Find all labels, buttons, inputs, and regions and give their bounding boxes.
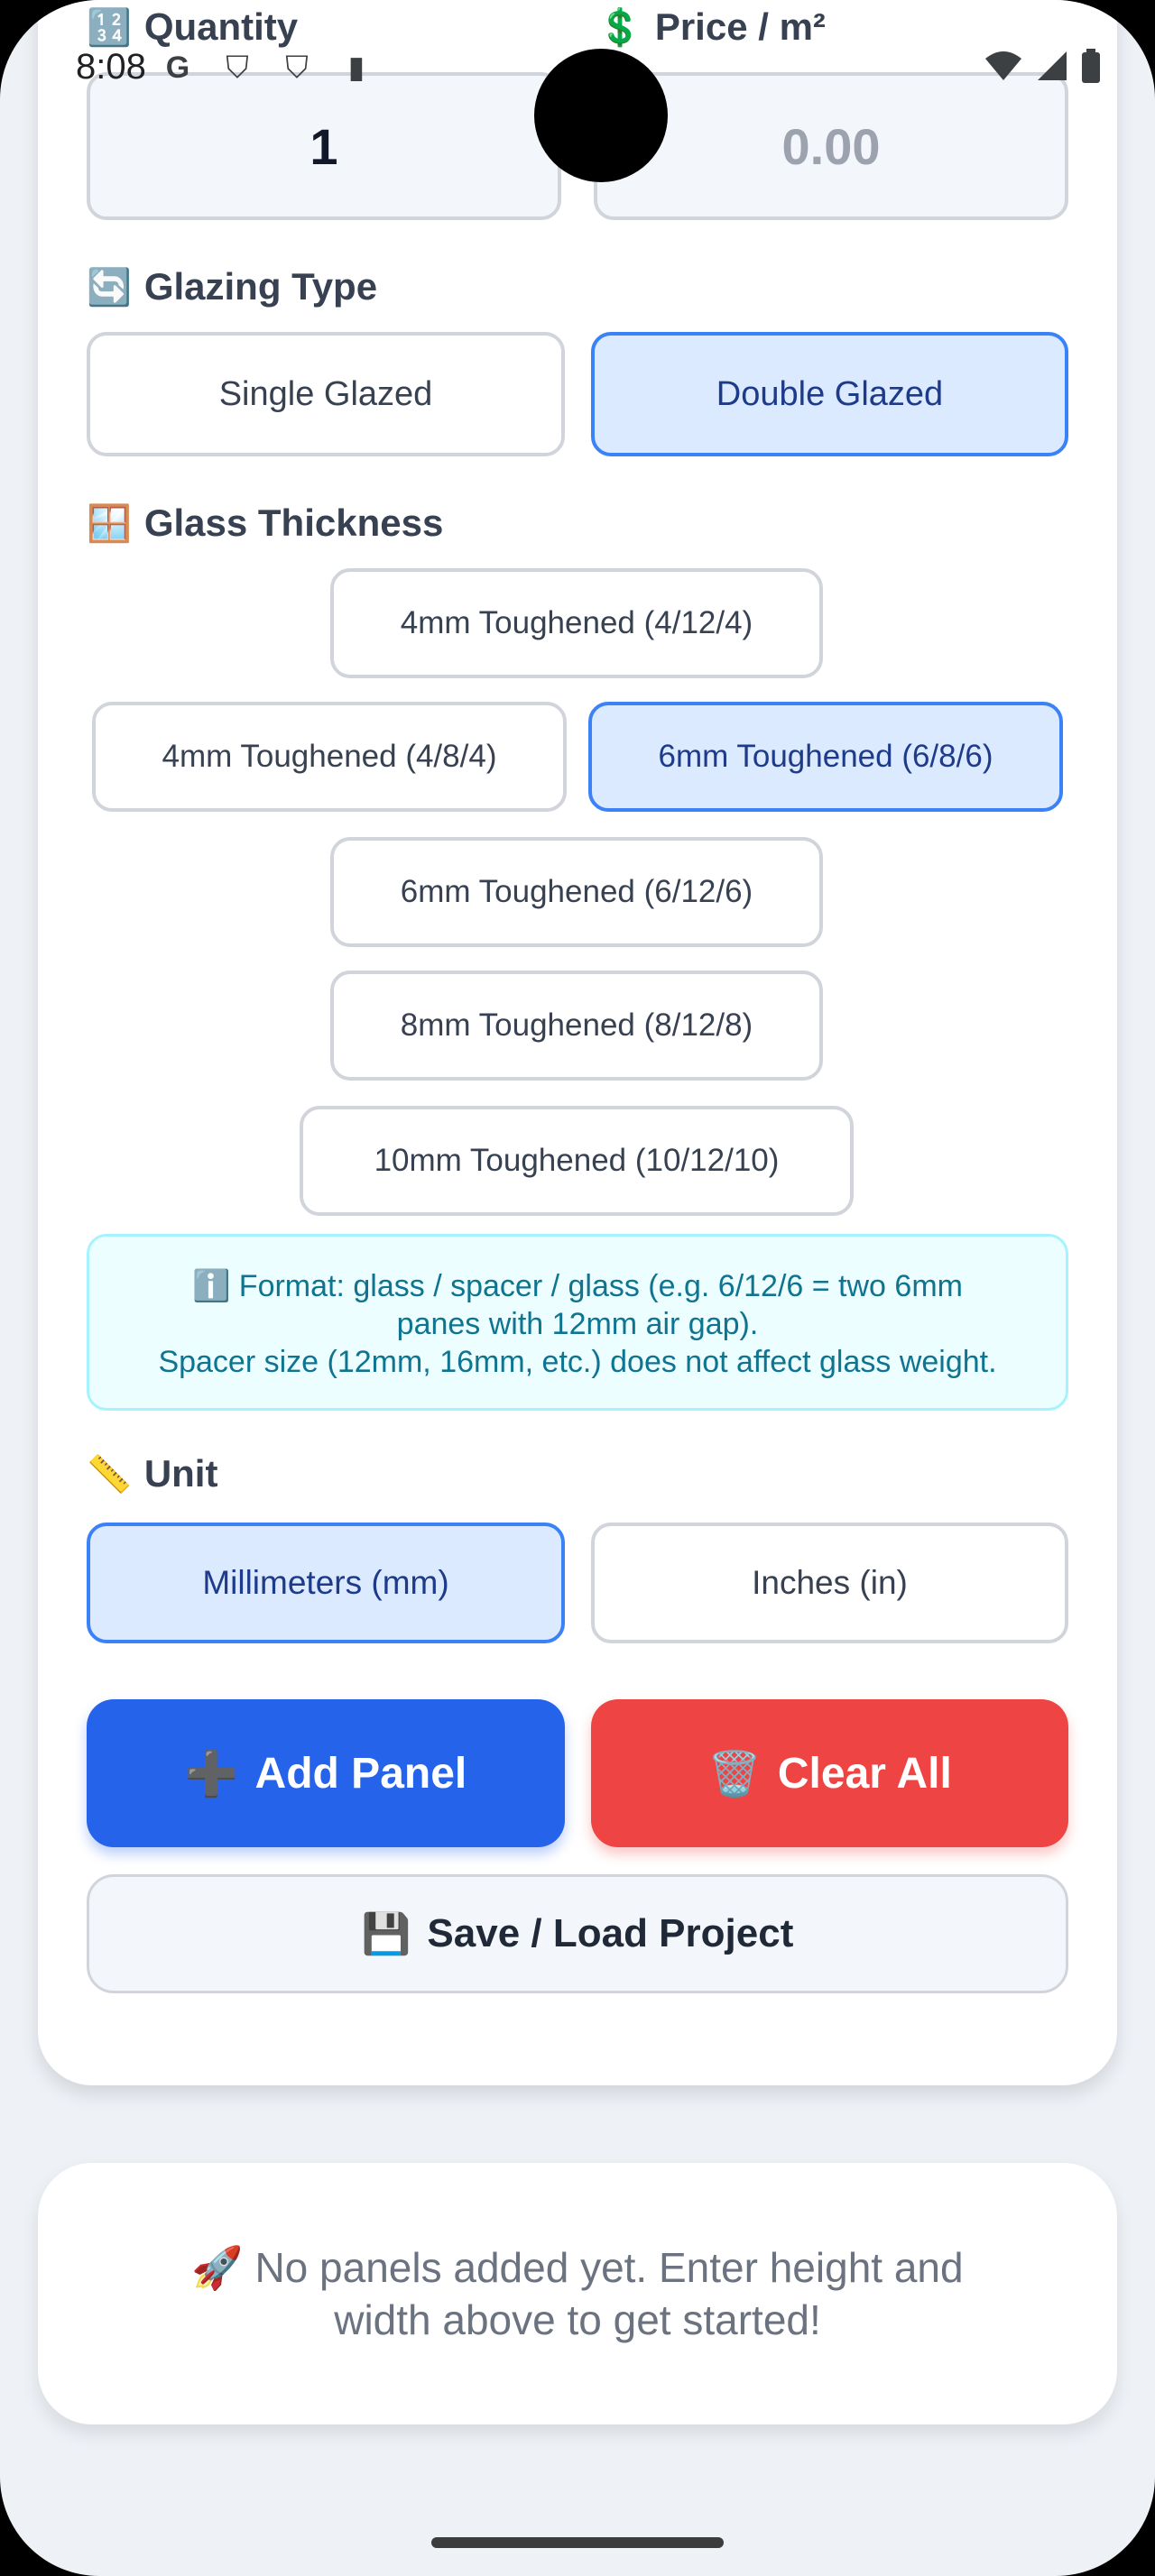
battery-icon [1082,49,1100,83]
home-indicator[interactable] [431,2537,724,2548]
app-screen: 🔢 Quantity 💲 Price / m² 1 0.00 🔄 Glazing… [0,0,1155,2576]
unit-label: 📏 Unit [87,1452,218,1495]
trash-icon: 🗑️ [707,1750,762,1799]
plus-icon: ➕ [184,1750,239,1799]
empty-state-message: 🚀 No panels added yet. Enter height and … [191,2244,964,2343]
glazing-option-single[interactable]: Single Glazed [87,332,565,456]
shield-icon: ⛉ [285,51,309,85]
sd-card-icon: ▮ [347,51,365,85]
glazing-type-label: 🔄 Glazing Type [87,265,378,308]
format-info-box: ℹ️ Format: glass / spacer / glass (e.g. … [87,1234,1068,1411]
thickness-option-10-12-10[interactable]: 10mm Toughened (10/12/10) [300,1106,854,1216]
floppy-disk-icon: 💾 [361,1912,411,1956]
save-load-project-button[interactable]: 💾 Save / Load Project [87,1874,1068,1993]
unit-option-mm[interactable]: Millimeters (mm) [87,1523,565,1643]
status-bar: 8:08 G ⛉ ⛉ ▮ [0,0,1155,182]
thickness-option-6-12-6[interactable]: 6mm Toughened (6/12/6) [330,837,823,947]
google-icon: G [165,51,190,85]
window-icon: 🪟 [87,503,132,544]
front-camera [534,49,668,182]
cellular-signal-icon [1038,51,1067,80]
status-time: 8:08 [76,47,146,87]
glass-thickness-label: 🪟 Glass Thickness [87,501,444,544]
thickness-option-4-8-4[interactable]: 4mm Toughened (4/8/4) [92,702,567,812]
info-line-spacer: Spacer size (12mm, 16mm, etc.) does not … [158,1345,997,1379]
thickness-option-8-12-8[interactable]: 8mm Toughened (8/12/8) [330,971,823,1081]
status-right-icons [984,49,1101,83]
arrows-icon: 🔄 [87,267,132,308]
ruler-icon: 📏 [87,1454,132,1495]
glazing-option-double[interactable]: Double Glazed [591,332,1068,456]
panels-list-card: 🚀 No panels added yet. Enter height and … [38,2163,1117,2424]
add-panel-button[interactable]: ➕ Add Panel [87,1699,565,1847]
thickness-option-4-12-4[interactable]: 4mm Toughened (4/12/4) [330,568,823,678]
panel-form-card: 🔢 Quantity 💲 Price / m² 1 0.00 🔄 Glazing… [38,0,1117,2085]
wifi-icon [985,51,1021,80]
shield-icon: ⛉ [226,51,249,85]
info-line-format: ℹ️ Format: glass / spacer / glass (e.g. … [192,1269,963,1341]
unit-option-in[interactable]: Inches (in) [591,1523,1068,1643]
clear-all-button[interactable]: 🗑️ Clear All [591,1699,1068,1847]
thickness-option-6-8-6[interactable]: 6mm Toughened (6/8/6) [588,702,1063,812]
